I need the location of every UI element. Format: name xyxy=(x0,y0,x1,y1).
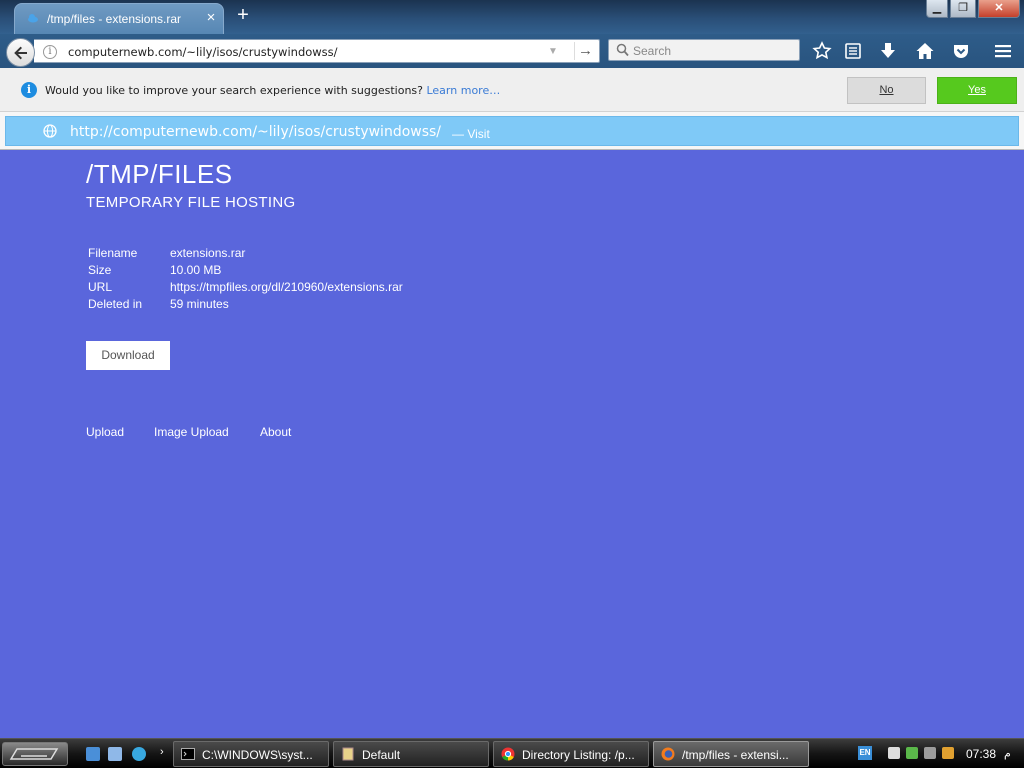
console-icon xyxy=(181,748,195,760)
table-row: URL https://tmpfiles.org/dl/210960/exten… xyxy=(86,279,405,296)
url-input[interactable]: computernewb.com/~lily/isos/crustywindow… xyxy=(68,45,338,59)
start-button[interactable] xyxy=(2,742,68,766)
close-window-button[interactable]: ✕ xyxy=(978,0,1020,18)
image-upload-link[interactable]: Image Upload xyxy=(154,425,229,439)
quicklaunch-expand-icon[interactable]: › xyxy=(160,746,164,758)
task-label: Default xyxy=(362,748,401,762)
tray-network-icon[interactable] xyxy=(906,747,918,759)
quicklaunch-explorer-icon[interactable] xyxy=(108,747,122,761)
tab-active[interactable]: /tmp/files - extensions.rar × xyxy=(14,3,224,34)
back-arrow-icon xyxy=(14,46,27,60)
file-info-value: 10.00 MB xyxy=(170,263,222,277)
learn-more-link[interactable]: Learn more… xyxy=(426,84,500,97)
taskbar-item-firefox[interactable]: /tmp/files - extensi... xyxy=(653,741,809,767)
clock-period: م xyxy=(1004,747,1011,760)
tab-close-icon[interactable]: × xyxy=(203,10,219,26)
about-link[interactable]: About xyxy=(260,425,291,439)
file-info-key: Size xyxy=(88,263,112,277)
site-info-icon[interactable]: i xyxy=(43,45,57,59)
quicklaunch-browser-icon[interactable] xyxy=(132,747,146,761)
maximize-button[interactable]: ❐ xyxy=(950,0,976,18)
tray-notes-icon[interactable] xyxy=(888,747,900,759)
file-info-key: Deleted in xyxy=(88,297,143,311)
taskbar: › C:\WINDOWS\syst... Default Directory L… xyxy=(0,738,1024,768)
navigation-toolbar: i computernewb.com/~lily/isos/crustywind… xyxy=(0,34,1024,68)
home-icon[interactable] xyxy=(915,41,935,61)
tab-title: /tmp/files - extensions.rar xyxy=(47,12,182,26)
page-title: /TMP/FILES xyxy=(86,159,233,189)
quicklaunch-desktop-icon[interactable] xyxy=(86,747,100,761)
yes-button[interactable]: Yes xyxy=(937,77,1017,104)
file-info-value: https://tmpfiles.org/dl/210960/extension… xyxy=(170,280,403,294)
no-button[interactable]: No xyxy=(847,77,926,104)
new-tab-button[interactable]: + xyxy=(234,4,252,26)
task-label: Directory Listing: /p... xyxy=(522,748,635,762)
firefox-icon xyxy=(661,747,675,761)
language-indicator[interactable]: EN xyxy=(858,746,872,760)
search-box[interactable]: Search xyxy=(608,39,800,61)
reading-list-icon[interactable] xyxy=(843,41,863,61)
window-titlebar: /tmp/files - extensions.rar × + ▁ ❐ ✕ xyxy=(0,0,1024,34)
url-bar[interactable]: i computernewb.com/~lily/isos/crustywind… xyxy=(34,39,600,63)
url-autocomplete-popup: http://computernewb.com/~lily/isos/crust… xyxy=(0,112,1024,150)
autocomplete-url: http://computernewb.com/~lily/isos/crust… xyxy=(70,124,442,140)
search-placeholder: Search xyxy=(633,44,672,58)
file-info-value: extensions.rar xyxy=(170,246,246,260)
autocomplete-row[interactable]: http://computernewb.com/~lily/isos/crust… xyxy=(5,116,1019,146)
table-row: Filename extensions.rar xyxy=(86,245,405,262)
task-label: /tmp/files - extensi... xyxy=(682,748,789,762)
cloud-favicon-icon xyxy=(28,14,38,23)
autocomplete-visit-label: — Visit xyxy=(452,127,490,141)
table-row: Deleted in 59 minutes xyxy=(86,296,405,313)
taskbar-clock[interactable]: 07:38 xyxy=(966,747,996,761)
download-button[interactable]: Download xyxy=(86,341,170,370)
file-info-value: 59 minutes xyxy=(170,297,229,311)
page-subtitle: TEMPORARY FILE HOSTING xyxy=(86,194,296,211)
chrome-icon xyxy=(501,747,515,761)
search-icon xyxy=(616,43,629,57)
taskbar-item-cmd[interactable]: C:\WINDOWS\syst... xyxy=(173,741,329,767)
file-info-key: URL xyxy=(88,280,113,294)
info-icon: i xyxy=(21,82,37,98)
search-suggestions-notification: i Would you like to improve your search … xyxy=(0,68,1024,112)
taskbar-item-default[interactable]: Default xyxy=(333,741,489,767)
tray-volume-icon[interactable] xyxy=(924,747,936,759)
upload-link[interactable]: Upload xyxy=(86,425,124,439)
go-arrow-icon[interactable]: → xyxy=(574,42,596,60)
task-label: C:\WINDOWS\syst... xyxy=(202,748,313,762)
tray-security-icon[interactable] xyxy=(942,747,954,759)
start-logo-icon xyxy=(9,748,59,760)
pocket-icon[interactable] xyxy=(951,41,971,61)
back-button[interactable] xyxy=(6,38,35,67)
menu-hamburger-icon[interactable] xyxy=(993,41,1013,61)
document-icon xyxy=(342,747,354,761)
globe-icon xyxy=(43,124,57,138)
downloads-icon[interactable] xyxy=(878,41,898,61)
url-dropdown-icon[interactable]: ▼ xyxy=(548,46,558,57)
notification-message: Would you like to improve your search ex… xyxy=(45,84,501,97)
file-info-key: Filename xyxy=(88,246,138,260)
file-info-table: Filename extensions.rar Size 10.00 MB UR… xyxy=(86,245,405,313)
minimize-button[interactable]: ▁ xyxy=(926,0,948,18)
taskbar-item-chrome[interactable]: Directory Listing: /p... xyxy=(493,741,649,767)
table-row: Size 10.00 MB xyxy=(86,262,405,279)
bookmark-star-icon[interactable] xyxy=(812,41,832,61)
